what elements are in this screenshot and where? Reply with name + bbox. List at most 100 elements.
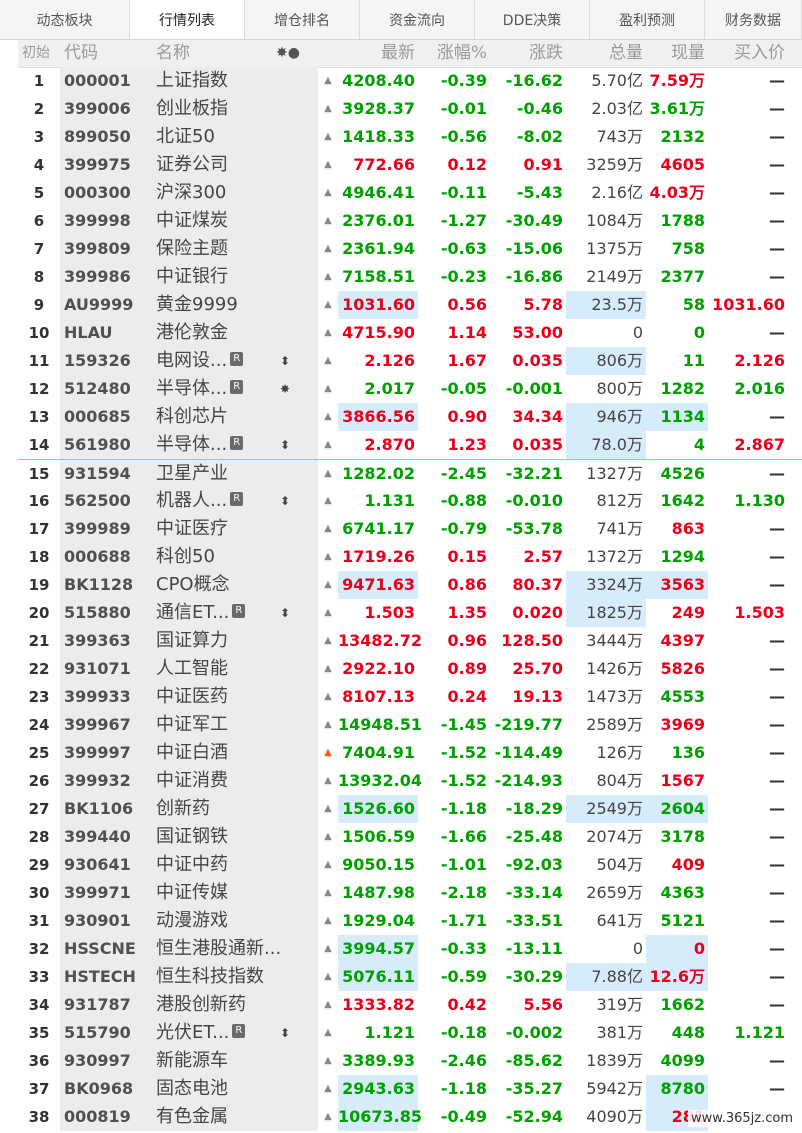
alert-bell-icon[interactable]: ▲ — [318, 767, 338, 795]
table-row[interactable]: 8 399986 中证银行 ▲ 7158.51 -0.23 -16.86 2149万 2377 — — [18, 263, 802, 291]
table-row[interactable]: 6 399998 中证煤炭 ▲ 2376.01 -1.27 -30.49 1084万 1788 — — [18, 207, 802, 235]
tab-quote-list[interactable]: 行情列表 — [130, 0, 245, 39]
alert-bell-icon[interactable]: ▲ — [318, 627, 338, 655]
stock-name: 恒生科技指数 — [152, 963, 318, 991]
alert-bell-icon[interactable]: ▲ — [318, 95, 338, 123]
alert-bell-icon[interactable]: ▲ — [318, 319, 338, 347]
header-code[interactable]: 代码 — [64, 40, 98, 67]
alert-bell-icon[interactable]: ▲ — [318, 1075, 338, 1103]
alert-bell-icon[interactable]: ▲ — [318, 263, 338, 291]
change-percent: -0.23 — [440, 267, 487, 286]
table-row[interactable]: 38000819有色金属▲10673.85-0.49-52.944090万281… — [18, 1103, 802, 1131]
table-row[interactable]: 17 399989 中证医疗 ▲ 6741.17 -0.79 -53.78 741万 863 — — [18, 515, 802, 543]
alert-bell-icon[interactable]: ▲ — [318, 431, 338, 459]
table-row[interactable]: 27 BK1106 创新药 ▲ 1526.60 -1.18 -18.29 2549万 2604 — — [18, 795, 802, 823]
table-row[interactable]: 32 HSSCNE 恒生港股通新... ▲ 3994.57 -0.33 -13.11 0 0 — — [18, 935, 802, 963]
table-row[interactable]: 7 399809 保险主题 ▲ 2361.94 -0.63 -15.06 1375万 758 — — [18, 235, 802, 263]
alert-bell-icon[interactable]: ▲ — [318, 711, 338, 739]
table-row[interactable]: 24 399967 中证军工 ▲ 14948.51 -1.45 -219.77 2589万 39… — [18, 711, 802, 739]
alert-bell-icon[interactable]: ▲ — [318, 851, 338, 879]
table-row[interactable]: 10 HLAU 港伦敦金 ▲ 4715.90 1.14 53.00 0 0 — — [18, 319, 802, 347]
header-pct[interactable]: 涨幅% — [418, 40, 487, 67]
alert-bell-icon[interactable]: ▲ — [318, 1047, 338, 1075]
table-row[interactable]: 14 561980 半导体... R ⬍ ▲ 2.870 1.23 0.035 78.0万 4 2.8… — [18, 431, 802, 459]
alert-bell-icon[interactable]: ▲ — [318, 571, 338, 599]
header-name[interactable]: 名称 — [156, 40, 190, 67]
table-row[interactable]: 3 899050 北证50 ▲ 1418.33 -0.56 -8.02 743万 2132 — — [18, 123, 802, 151]
table-row[interactable]: 16 562500 机器人... R ⬍ ▲ 1.131 -0.88 -0.010 812万 164… — [18, 487, 802, 515]
alert-bell-icon[interactable]: ▲ — [318, 487, 338, 515]
table-row[interactable]: 11 159326 电网设... R ⬍ ▲ 2.126 1.67 0.035 806万 11 2.1… — [18, 347, 802, 375]
table-row[interactable]: 1 000001 上证指数 ▲ 4208.40 -0.39 -16.62 5.70亿 7.59万… — [18, 67, 802, 95]
alert-bell-icon[interactable]: ▲ — [318, 599, 338, 627]
latest-price: 2.126 — [364, 351, 415, 370]
header-flag-icon[interactable]: ✸● — [276, 40, 300, 67]
bid-price: 1.130 — [734, 491, 785, 510]
header-vol[interactable]: 总量 — [566, 40, 643, 67]
alert-bell-icon[interactable]: ▲ — [318, 179, 338, 207]
header-cur[interactable]: 现量 — [646, 40, 705, 67]
table-row[interactable]: 13 000685 科创芯片 ▲ 3866.56 0.90 34.34 946万 1134 — — [18, 403, 802, 431]
alert-bell-icon[interactable]: ▲ — [318, 907, 338, 935]
alert-bell-icon[interactable]: ▲ — [318, 403, 338, 431]
header-bid[interactable]: 买入价 — [708, 40, 785, 67]
stock-name: 中证中药 — [152, 851, 318, 879]
header-price[interactable]: 最新 — [338, 40, 415, 67]
table-row[interactable]: 29 930641 中证中药 ▲ 9050.15 -1.01 -92.03 504万 409 — — [18, 851, 802, 879]
table-row[interactable]: 23 399933 中证医药 ▲ 8107.13 0.24 19.13 1473万 4553 — — [18, 683, 802, 711]
tab-financial-data[interactable]: 财务数据 — [705, 0, 802, 39]
alert-bell-icon[interactable]: ▲ — [318, 739, 338, 767]
alert-bell-icon[interactable]: ▲ — [318, 823, 338, 851]
alert-bell-icon[interactable]: ▲ — [318, 683, 338, 711]
table-row[interactable]: 22 931071 人工智能 ▲ 2922.10 0.89 25.70 1426万 5826 — — [18, 655, 802, 683]
alert-bell-icon[interactable]: ▲ — [318, 543, 338, 571]
alert-bell-icon[interactable]: ▲ — [318, 207, 338, 235]
header-chg[interactable]: 涨跌 — [490, 40, 563, 67]
alert-bell-icon[interactable]: ▲ — [318, 375, 338, 403]
table-row[interactable]: 28 399440 国证钢铁 ▲ 1506.59 -1.66 -25.48 2074万 3178… — [18, 823, 802, 851]
table-row[interactable]: 26 399932 中证消费 ▲ 13932.04 -1.52 -214.93 804万 156… — [18, 767, 802, 795]
alert-bell-icon[interactable]: ▲ — [318, 291, 338, 319]
alert-bell-icon[interactable]: ▲ — [318, 151, 338, 179]
alert-bell-icon[interactable]: ▲ — [318, 935, 338, 963]
alert-bell-icon[interactable]: ▲ — [318, 795, 338, 823]
table-row[interactable]: 12 512480 半导体... R ✸ ▲ 2.017 -0.05 -0.001 800万 128… — [18, 375, 802, 403]
table-row[interactable]: 30 399971 中证传媒 ▲ 1487.98 -2.18 -33.14 2659万 4363… — [18, 879, 802, 907]
table-row[interactable]: 20 515880 通信ET... R ⬍ ▲ 1.503 1.35 0.020 1825万 249… — [18, 599, 802, 627]
alert-bell-icon[interactable]: ▲ — [318, 460, 338, 488]
table-row[interactable]: 19 BK1128 CPO概念 ▲ 9471.63 0.86 80.37 3324万 3563 — — [18, 571, 802, 599]
alert-bell-icon[interactable]: ▲ — [318, 1019, 338, 1047]
alert-bell-icon[interactable]: ▲ — [318, 67, 338, 95]
tab-dynamic-sector[interactable]: 动态板块 — [0, 0, 130, 39]
table-row[interactable]: 5 000300 沪深300 ▲ 4946.41 -0.11 -5.43 2.16亿 4.03万… — [18, 179, 802, 207]
alert-bell-icon[interactable]: ▲ — [318, 347, 338, 375]
alert-bell-icon[interactable]: ▲ — [318, 235, 338, 263]
table-row[interactable]: 36 930997 新能源车 ▲ 3389.93 -2.46 -85.62 1839万 4099… — [18, 1047, 802, 1075]
stock-name: 中证银行 — [152, 263, 318, 291]
table-row[interactable]: 15 931594 卫星产业 ▲ 1282.02 -2.45 -32.21 1327万 4526… — [18, 459, 802, 488]
table-row[interactable]: 37 BK0968 固态电池 ▲ 2943.63 -1.18 -35.27 5942万 8780… — [18, 1075, 802, 1103]
table-row[interactable]: 31 930901 动漫游戏 ▲ 1929.04 -1.71 -33.51 641万 5121 — — [18, 907, 802, 935]
table-row[interactable]: 35 515790 光伏ET... R ⬍ ▲ 1.121 -0.18 -0.002 381万 44… — [18, 1019, 802, 1047]
alert-bell-icon[interactable]: ▲ — [318, 655, 338, 683]
tab-profit-forecast[interactable]: 盈利预测 — [590, 0, 705, 39]
alert-bell-icon[interactable]: ▲ — [318, 515, 338, 543]
alert-bell-icon[interactable]: ▲ — [318, 879, 338, 907]
alert-bell-icon[interactable]: ▲ — [318, 1103, 338, 1131]
table-row[interactable]: 34 931787 港股创新药 ▲ 1333.82 0.42 5.56 319万 1662 — — [18, 991, 802, 1019]
table-row[interactable]: 33 HSTECH 恒生科技指数 ▲ 5076.11 -0.59 -30.29 7.88亿 12… — [18, 963, 802, 991]
change-amount: -13.11 — [505, 939, 563, 958]
tab-dde-decision[interactable]: DDE决策 — [475, 0, 590, 39]
tab-position-rank[interactable]: 增仓排名 — [245, 0, 360, 39]
alert-bell-icon[interactable]: ▲ — [318, 123, 338, 151]
tab-fund-flow[interactable]: 资金流向 — [360, 0, 475, 39]
table-row[interactable]: 4 399975 证券公司 ▲ 772.66 0.12 0.91 3259万 4605 — — [18, 151, 802, 179]
alert-bell-icon[interactable]: ▲ — [318, 963, 338, 991]
header-idx[interactable]: 初始 — [22, 40, 50, 67]
table-row[interactable]: 9 AU9999 黄金9999 ▲ 1031.60 0.56 5.78 23.5万 58 1031… — [18, 291, 802, 319]
table-row[interactable]: 2 399006 创业板指 ▲ 3928.37 -0.01 -0.46 2.03亿 3.61万 — — [18, 95, 802, 123]
table-row[interactable]: 18 000688 科创50 ▲ 1719.26 0.15 2.57 1372万 1294 — — [18, 543, 802, 571]
table-row[interactable]: 25 399997 中证白酒 ▲ 7404.91 -1.52 -114.49 126万 136 — — [18, 739, 802, 767]
alert-bell-icon[interactable]: ▲ — [318, 991, 338, 1019]
table-row[interactable]: 21 399363 国证算力 ▲ 13482.72 0.96 128.50 3444万 4397… — [18, 627, 802, 655]
